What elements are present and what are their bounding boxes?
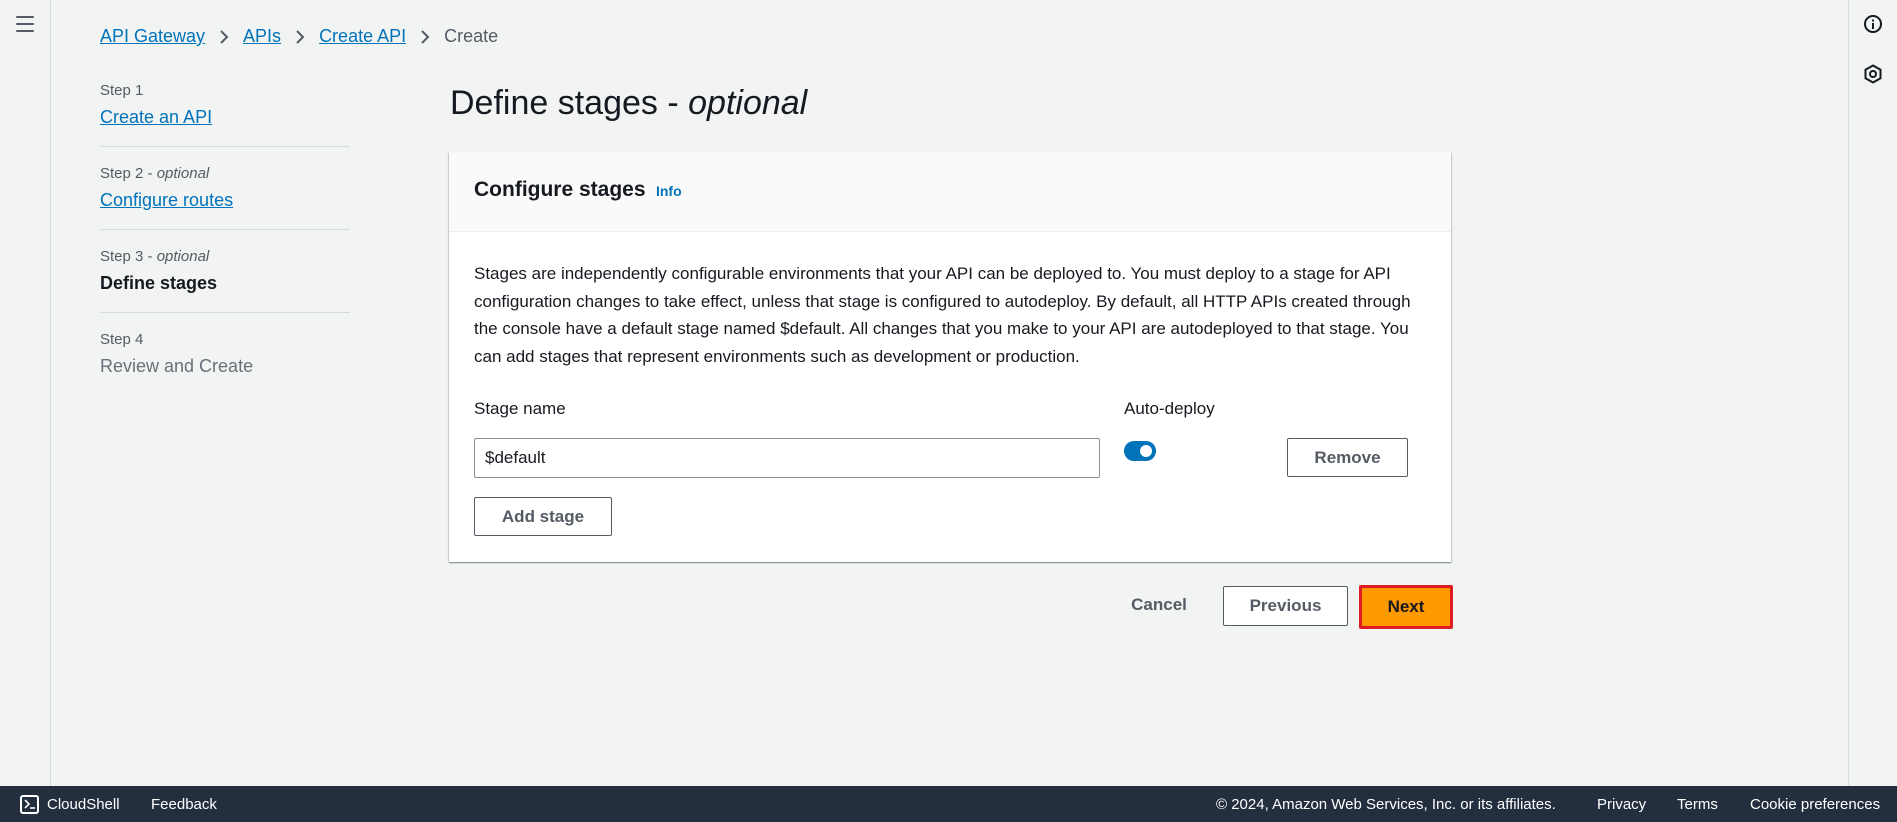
- privacy-link[interactable]: Privacy: [1597, 796, 1646, 813]
- chevron-right-icon: [219, 29, 229, 45]
- terms-link[interactable]: Terms: [1677, 796, 1718, 813]
- step-link-create-api[interactable]: Create an API: [100, 107, 212, 127]
- page-title-optional: optional: [688, 84, 808, 122]
- step-label-text: Step 2 -: [100, 165, 157, 182]
- info-icon[interactable]: [1863, 14, 1883, 34]
- wizard-step-3: Step 3 - optional Define stages: [100, 248, 350, 313]
- add-stage-button[interactable]: Add stage: [474, 497, 612, 536]
- info-link[interactable]: Info: [656, 183, 682, 199]
- terminal-icon: [20, 794, 39, 814]
- breadcrumb-create-api[interactable]: Create API: [319, 26, 406, 47]
- tools-rail: [1848, 0, 1897, 786]
- breadcrumb-apis[interactable]: APIs: [243, 26, 281, 47]
- side-navigation-rail: [0, 0, 51, 786]
- toggle-knob: [1140, 445, 1152, 457]
- step-number: Step 4: [100, 331, 350, 348]
- copyright-text: © 2024, Amazon Web Services, Inc. or its…: [1216, 795, 1556, 813]
- auto-deploy-toggle[interactable]: [1124, 441, 1156, 461]
- step-optional-text: optional: [156, 165, 210, 182]
- page-title-text: Define stages -: [450, 84, 689, 122]
- chevron-right-icon: [295, 29, 305, 45]
- wizard-steps: Step 1 Create an API Step 2 - optional C…: [100, 82, 350, 413]
- chevron-right-icon: [420, 29, 430, 45]
- step-review-and-create: Review and Create: [100, 356, 254, 376]
- console-footer: CloudShell Feedback © 2024, Amazon Web S…: [0, 786, 1897, 822]
- panel-description: Stages are independently configurable en…: [474, 264, 1411, 366]
- wizard-step-2: Step 2 - optional Configure routes: [100, 165, 350, 230]
- wizard-step-1: Step 1 Create an API: [100, 82, 350, 147]
- page-title: Define stages - optional: [450, 84, 807, 123]
- panel-header: Configure stages Info: [449, 152, 1451, 232]
- cookie-preferences-link[interactable]: Cookie preferences: [1750, 796, 1880, 813]
- step-link-configure-routes[interactable]: Configure routes: [100, 190, 233, 210]
- cloudshell-label: CloudShell: [47, 795, 120, 813]
- configure-stages-panel: Configure stages Info Stages are indepen…: [449, 152, 1451, 562]
- panel-body: Stages are independently configurable en…: [449, 232, 1451, 370]
- settings-hexagon-icon[interactable]: [1863, 64, 1883, 84]
- step-number: Step 2 - optional: [100, 165, 350, 182]
- auto-deploy-label: Auto-deploy: [1124, 399, 1215, 418]
- panel-title: Configure stages: [474, 178, 646, 201]
- step-number: Step 1: [100, 82, 350, 99]
- breadcrumb: API Gateway APIs Create API Create: [100, 26, 498, 47]
- stage-name-input[interactable]: [474, 438, 1100, 478]
- step-current-define-stages: Define stages: [100, 273, 218, 293]
- step-optional-text: optional: [156, 248, 210, 265]
- step-number: Step 3 - optional: [100, 248, 350, 265]
- cloudshell-button[interactable]: CloudShell: [20, 794, 120, 814]
- cancel-button[interactable]: Cancel: [1110, 585, 1208, 625]
- step-label-text: Step 4: [100, 331, 144, 348]
- wizard-step-4: Step 4 Review and Create: [100, 331, 350, 395]
- stage-name-label: Stage name: [474, 399, 566, 418]
- breadcrumb-current: Create: [444, 26, 499, 46]
- menu-icon[interactable]: [16, 16, 34, 32]
- step-label-text: Step 3 -: [100, 248, 157, 265]
- remove-stage-button[interactable]: Remove: [1287, 438, 1408, 477]
- breadcrumb-api-gateway[interactable]: API Gateway: [100, 26, 205, 47]
- step-label-text: Step 1: [100, 82, 144, 99]
- feedback-link[interactable]: Feedback: [151, 796, 217, 813]
- next-button[interactable]: Next: [1359, 585, 1453, 629]
- previous-button[interactable]: Previous: [1223, 586, 1348, 626]
